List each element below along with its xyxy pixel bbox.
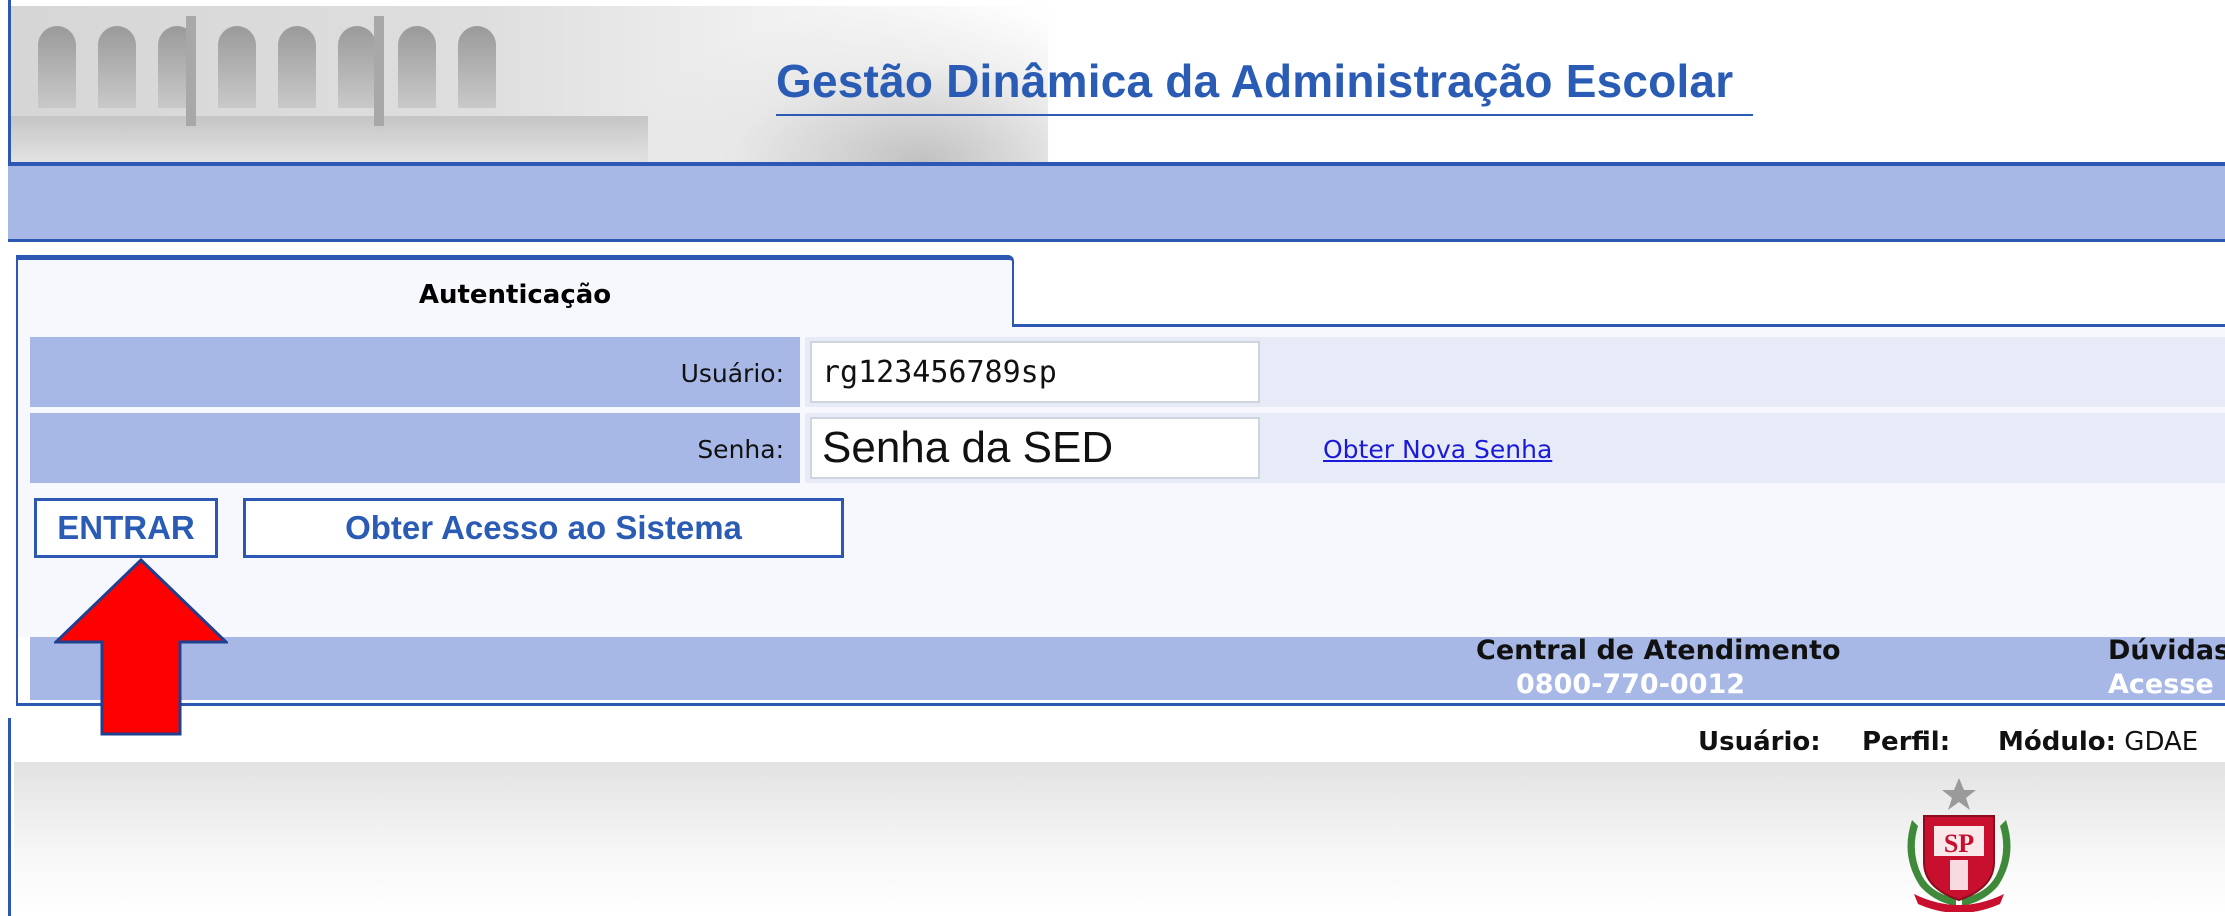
user-label: Usuário:: [680, 359, 784, 388]
support-title: Central de Atendimento: [1476, 635, 1841, 666]
password-label: Senha:: [697, 435, 784, 464]
svg-text:SP: SP: [1944, 829, 1974, 858]
password-row: Senha: Senha da SED Obter Nova Senha: [30, 413, 2225, 483]
module-value: GDAE: [2124, 727, 2199, 757]
get-access-button[interactable]: Obter Acesso ao Sistema: [243, 498, 844, 558]
enter-button[interactable]: ENTRAR: [34, 498, 218, 558]
tab-autenticacao[interactable]: Autenticação: [18, 255, 1014, 327]
header: Gestão Dinâmica da Administração Escolar: [0, 0, 2225, 162]
tab-label: Autenticação: [418, 280, 612, 310]
status-profile: Perfil:: [1862, 727, 1951, 757]
panel-border: [16, 703, 2225, 706]
username-input[interactable]: rg123456789sp: [810, 341, 1260, 403]
new-password-link[interactable]: Obter Nova Senha: [1323, 435, 1552, 464]
status-module: Módulo: GDAE: [1998, 727, 2199, 757]
status-user: Usuário:: [1698, 727, 1821, 757]
navigation-bar: [8, 162, 2225, 242]
app-title: Gestão Dinâmica da Administração Escolar: [776, 55, 1734, 107]
user-row: Usuário: rg123456789sp: [30, 337, 2225, 407]
footer-bar: [30, 637, 2225, 700]
tab-divider: [1014, 324, 2225, 327]
red-up-arrow-icon: [54, 558, 228, 736]
title-underline: [776, 114, 1753, 116]
support-phone: 0800-770-0012: [1516, 669, 1746, 700]
sao-paulo-coat-of-arms-icon: SP: [1907, 778, 2011, 912]
password-input[interactable]: Senha da SED: [810, 417, 1260, 479]
